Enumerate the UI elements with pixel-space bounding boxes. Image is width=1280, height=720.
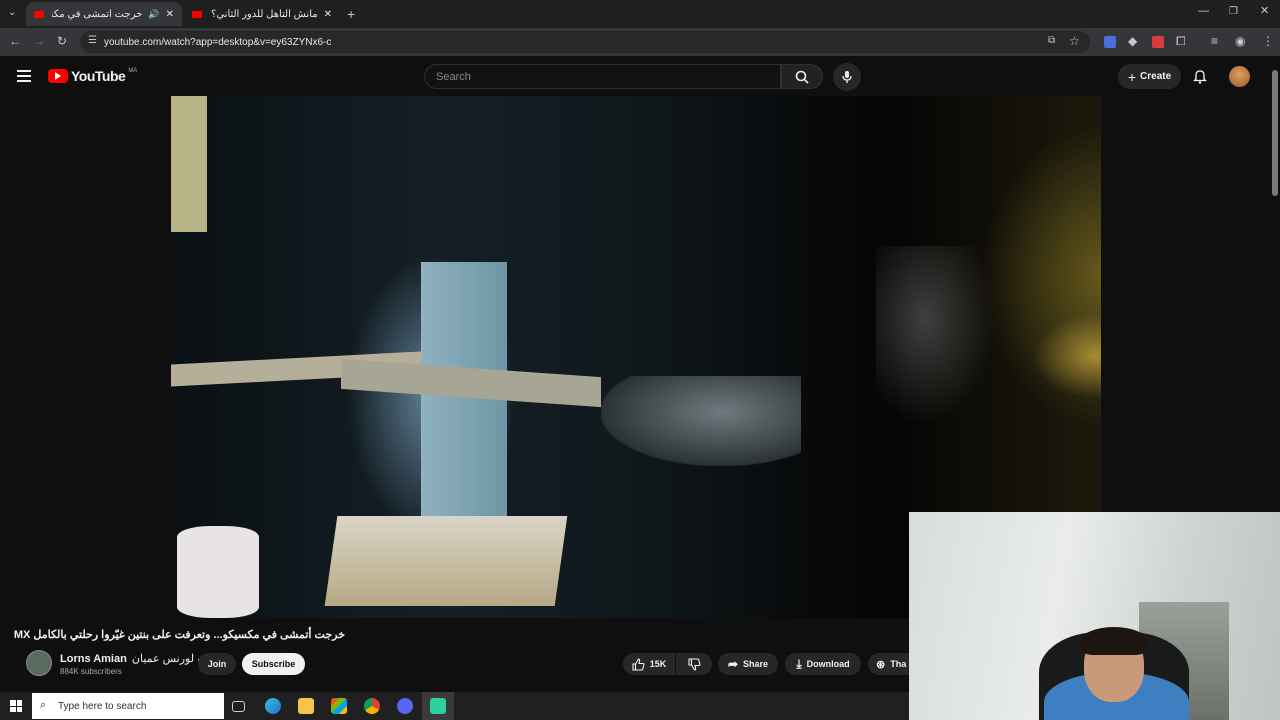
youtube-favicon-icon [192, 10, 202, 18]
plus-icon: + [1127, 68, 1137, 85]
tab-close-icon[interactable]: ✕ [166, 9, 174, 20]
search-placeholder: Search [436, 70, 471, 83]
browser-menu-icon[interactable]: ⋮ [1262, 35, 1274, 47]
subscriber-count: 884K subscribers [60, 667, 122, 676]
address-bar[interactable]: ☰ youtube.com/watch?app=desktop&v=ey63ZY… [80, 31, 1090, 53]
file-explorer-icon[interactable] [298, 698, 314, 714]
edge-browser-icon[interactable] [265, 698, 281, 714]
extension-diamond-icon[interactable]: ◆ [1128, 35, 1137, 47]
video-frame-bins [324, 516, 568, 606]
window-close-icon[interactable]: ✕ [1260, 6, 1269, 17]
taskbar-search-input[interactable]: ⌕ Type here to search [32, 693, 224, 719]
discord-icon[interactable] [397, 698, 413, 714]
url-text: youtube.com/watch?app=desktop&v=ey63ZYNx… [104, 36, 332, 48]
youtube-logo-text: YouTube [71, 68, 126, 84]
window-minimize-icon[interactable]: — [1198, 6, 1209, 17]
tab-title: مانش التأهل للدور الثاني؟ (التشكيلة... [210, 8, 318, 20]
join-button[interactable]: Join [198, 653, 236, 675]
youtube-favicon-icon [34, 10, 44, 18]
channel-avatar[interactable] [26, 650, 52, 676]
pdf-extension-icon[interactable] [1152, 36, 1164, 48]
browser-toolbar: ← → ↻ ☰ youtube.com/watch?app=desktop&v=… [0, 28, 1280, 56]
tab-close-icon[interactable]: ✕ [324, 9, 332, 20]
search-icon [795, 70, 809, 84]
channel-name-arabic: لورنس عميان [131, 653, 195, 665]
youtube-play-icon [48, 69, 68, 83]
tab-qualification-video[interactable]: مانش التأهل للدور الثاني؟ (التشكيلة... ✕ [184, 2, 340, 26]
windows-start-icon[interactable] [10, 700, 22, 712]
new-tab-plus-icon[interactable]: + [347, 7, 355, 21]
browser-tab-bar: ⌄ خرجت أتمشى في مكسيكو... 🔊 ✕ مانش التأه… [0, 0, 1280, 28]
thumbs-up-icon [632, 657, 645, 671]
profile-icon[interactable]: ◉ [1235, 35, 1245, 47]
video-title: خرجت أتمشى في مكسيكو... وتعرفت على بنتين… [13, 629, 345, 641]
back-arrow-icon[interactable]: ← [9, 35, 21, 47]
tab-title: خرجت أتمشى في مكسيكو... [52, 8, 143, 20]
tab-audio-icon[interactable]: 🔊 [148, 9, 159, 20]
thumbs-down-icon [687, 657, 700, 671]
create-button[interactable]: + Create [1118, 64, 1181, 89]
subscribe-label: Subscribe [251, 659, 296, 669]
hamburger-menu-icon[interactable] [17, 70, 31, 82]
install-app-icon[interactable]: ⧉ [1048, 36, 1055, 46]
join-label: Join [207, 659, 227, 669]
tab-search-icon[interactable]: ⌄ [8, 8, 16, 18]
voice-search-button[interactable] [833, 63, 861, 91]
chrome-browser-icon[interactable] [364, 698, 380, 714]
search-button[interactable] [781, 64, 823, 89]
video-frame-cabinet [171, 96, 207, 232]
like-count: 15K [649, 659, 667, 669]
thanks-label: Tha [890, 659, 907, 669]
webcam-overlay [909, 512, 1280, 720]
forward-arrow-icon[interactable]: → [33, 35, 45, 47]
media-controls-icon[interactable]: ≡ [1211, 35, 1218, 47]
user-avatar[interactable] [1229, 66, 1250, 87]
video-frame-paper-roll [177, 526, 259, 618]
download-label: Download [806, 659, 850, 669]
youtube-logo[interactable]: YouTube MA [48, 68, 137, 84]
microsoft-store-icon[interactable] [331, 698, 347, 714]
android-studio-icon[interactable] [430, 698, 446, 714]
create-label: Create [1140, 71, 1172, 82]
page-scrollbar[interactable] [1272, 70, 1278, 196]
site-info-icon[interactable]: ☰ [88, 36, 97, 46]
tab-mexico-video[interactable]: خرجت أتمشى في مكسيكو... 🔊 ✕ [26, 2, 182, 26]
translate-extension-icon[interactable] [1104, 36, 1116, 48]
country-code: MA [128, 68, 138, 74]
search-input[interactable]: Search [424, 64, 781, 89]
share-arrow-icon: ➦ [727, 657, 739, 671]
youtube-header: YouTube MA Search + Create [0, 56, 1270, 96]
extensions-puzzle-icon[interactable]: ⧠ [1176, 35, 1186, 47]
channel-name[interactable]: Lorns Amian لورنس عميان ✔ [60, 652, 204, 665]
search-icon: ⌕ [40, 699, 47, 711]
download-button[interactable]: ⤓ Download [785, 653, 861, 675]
microphone-icon [842, 71, 852, 83]
window-restore-icon[interactable]: ❐ [1229, 7, 1238, 17]
share-button[interactable]: ➦ Share [718, 653, 778, 675]
video-frame-plates [601, 376, 801, 466]
subscribe-button[interactable]: Subscribe [242, 653, 305, 675]
bookmark-star-icon[interactable]: ☆ [1069, 35, 1080, 47]
reload-icon[interactable]: ↻ [57, 35, 67, 47]
webcam-person-hair [1081, 627, 1147, 655]
channel-name-latin: Lorns Amian [60, 653, 127, 665]
notifications-bell-icon[interactable] [1192, 68, 1208, 89]
task-view-icon[interactable] [232, 701, 245, 712]
video-frame-doorway [876, 246, 996, 426]
taskbar-search-placeholder: Type here to search [58, 700, 147, 712]
download-icon: ⤓ [796, 656, 802, 671]
share-label: Share [743, 659, 769, 669]
like-button[interactable]: 15K [623, 653, 675, 675]
thanks-icon: ⊛ [876, 658, 886, 671]
dislike-button[interactable] [676, 653, 712, 675]
